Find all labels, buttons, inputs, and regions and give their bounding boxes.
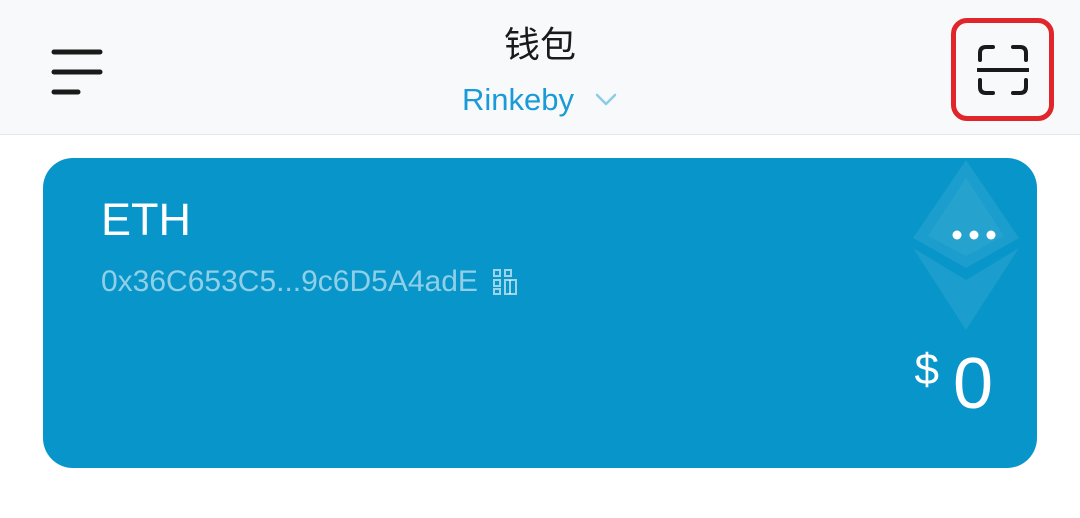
chevron-down-icon: [595, 93, 617, 106]
wallet-screen: 钱包 Rinkeby ETH 0x36C653C5...9c6D5A4adE $…: [0, 0, 1080, 518]
hamburger-menu-icon: [51, 49, 103, 95]
wallet-address[interactable]: 0x36C653C5...9c6D5A4adE: [101, 262, 478, 302]
page-title: 钱包: [503, 25, 576, 66]
currency-symbol: $: [914, 345, 939, 394]
header-title-group: 钱包 Rinkeby: [340, 22, 740, 120]
address-row: 0x36C653C5...9c6D5A4adE: [101, 262, 518, 302]
network-label: Rinkeby: [462, 82, 574, 117]
network-selector[interactable]: Rinkeby: [462, 80, 618, 120]
menu-button[interactable]: [44, 38, 114, 108]
scan-icon: [977, 45, 1029, 95]
balance-display: $ 0: [914, 344, 993, 424]
scan-button[interactable]: [951, 18, 1054, 121]
qr-code-icon[interactable]: [492, 268, 518, 296]
more-dots-icon: [952, 230, 996, 240]
asset-card-eth[interactable]: ETH 0x36C653C5...9c6D5A4adE $ 0: [43, 158, 1037, 468]
coin-name: ETH: [101, 194, 191, 245]
more-options-button[interactable]: [949, 220, 999, 250]
top-app-bar: 钱包 Rinkeby: [0, 0, 1080, 135]
balance-amount: 0: [952, 344, 993, 424]
